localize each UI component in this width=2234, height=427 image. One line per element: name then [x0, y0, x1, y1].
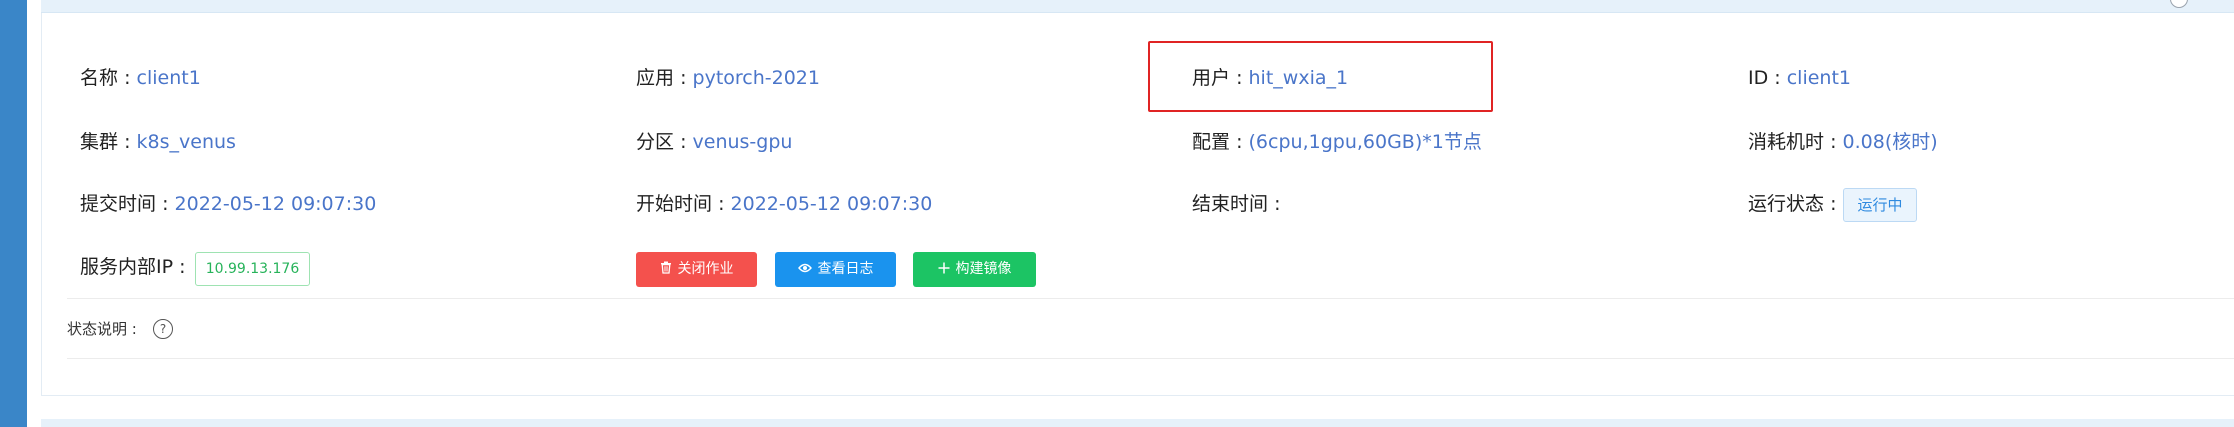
build-image-button[interactable]: 构建镜像: [913, 252, 1036, 287]
field-app-value: pytorch-2021: [692, 67, 820, 89]
field-separator: :: [680, 67, 693, 89]
field-start-time-value: 2022-05-12 09:07:30: [730, 193, 933, 215]
field-end-time: 结束时间 :: [1192, 191, 1280, 217]
field-name-value: client1: [136, 67, 201, 89]
field-submit-time-value: 2022-05-12 09:07:30: [174, 193, 377, 215]
field-config-label: 配置: [1192, 131, 1231, 153]
field-submit-time: 提交时间 : 2022-05-12 09:07:30: [80, 191, 376, 217]
field-separator: :: [1830, 193, 1837, 215]
status-note-label: 状态说明 :: [67, 320, 137, 338]
field-separator: :: [1774, 67, 1787, 89]
field-separator: :: [179, 256, 186, 278]
field-partition: 分区 : venus-gpu: [636, 129, 792, 155]
field-partition-label: 分区: [636, 131, 675, 153]
view-log-button[interactable]: 查看日志: [775, 252, 896, 287]
field-end-time-label: 结束时间: [1192, 193, 1269, 215]
field-run-status: 运行状态 :: [1748, 191, 1836, 217]
field-start-time: 开始时间 : 2022-05-12 09:07:30: [636, 191, 932, 217]
question-circle-icon[interactable]: ?: [153, 319, 173, 339]
field-id-label: ID: [1748, 67, 1769, 89]
view-log-label: 查看日志: [817, 261, 874, 277]
plus-icon: [938, 252, 950, 287]
field-separator: :: [718, 193, 731, 215]
next-card-edge: [41, 419, 2234, 427]
section-divider: [67, 298, 2234, 299]
field-service-ip-label: 服务内部IP: [80, 256, 174, 278]
field-separator: :: [1274, 193, 1281, 215]
field-submit-time-label: 提交时间: [80, 193, 157, 215]
field-separator: :: [162, 193, 175, 215]
field-separator: :: [680, 131, 693, 153]
field-cluster-label: 集群: [80, 131, 119, 153]
field-cost-label: 消耗机时: [1748, 131, 1825, 153]
build-image-label: 构建镜像: [955, 261, 1012, 277]
field-cluster: 集群 : k8s_venus: [80, 129, 236, 155]
eye-icon: [797, 252, 812, 287]
field-config: 配置 : (6cpu,1gpu,60GB)*1节点: [1192, 129, 1482, 155]
close-job-label: 关闭作业: [677, 261, 734, 277]
field-separator: :: [124, 67, 137, 89]
field-id-value: client1: [1786, 67, 1852, 89]
field-app: 应用 : pytorch-2021: [636, 65, 820, 91]
field-name-label: 名称: [80, 67, 119, 89]
sidebar-strip: [0, 0, 27, 427]
user-highlight-box: [1148, 41, 1493, 112]
field-cluster-value: k8s_venus: [136, 131, 236, 153]
field-separator: :: [1830, 131, 1843, 153]
trash-icon: [660, 252, 672, 287]
previous-card-edge: [41, 0, 2234, 13]
field-app-label: 应用: [636, 67, 675, 89]
close-job-button[interactable]: 关闭作业: [636, 252, 757, 287]
field-run-status-label: 运行状态: [1748, 193, 1825, 215]
service-ip-badge: 10.99.13.176: [195, 252, 310, 286]
field-cost: 消耗机时 : 0.08(核时): [1748, 129, 1938, 155]
field-partition-value: venus-gpu: [692, 131, 793, 153]
run-status-badge: 运行中: [1843, 188, 1917, 222]
field-separator: :: [1236, 131, 1249, 153]
field-id: ID : client1: [1748, 65, 1851, 91]
field-start-time-label: 开始时间: [636, 193, 713, 215]
section-divider: [67, 358, 2234, 359]
field-separator: :: [124, 131, 137, 153]
field-config-value: (6cpu,1gpu,60GB)*1节点: [1248, 131, 1482, 153]
field-cost-value: 0.08(核时): [1842, 131, 1938, 153]
field-name: 名称 : client1: [80, 65, 201, 91]
field-service-ip: 服务内部IP :: [80, 254, 186, 280]
